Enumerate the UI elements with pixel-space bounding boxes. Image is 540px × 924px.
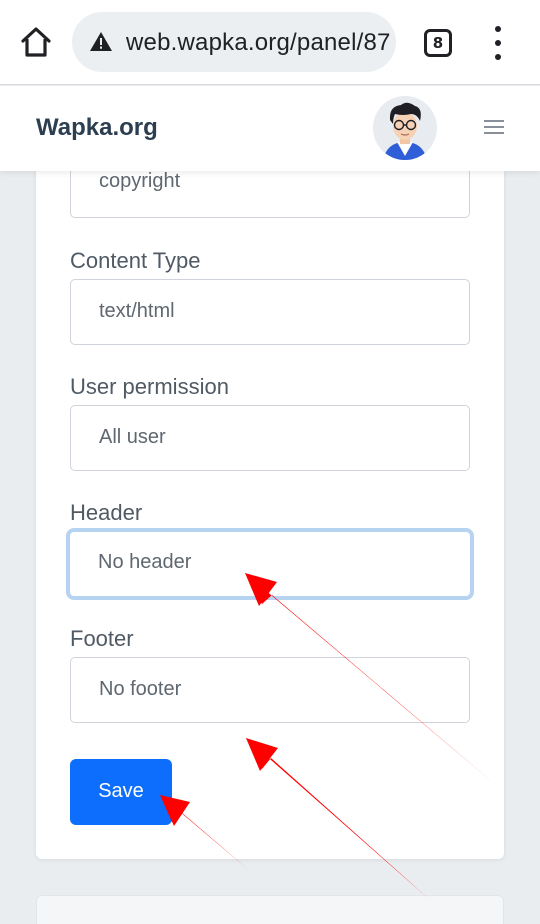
content-type-label: Content Type (70, 248, 201, 273)
home-icon[interactable] (18, 24, 54, 60)
save-button[interactable]: Save (70, 759, 172, 825)
content-type-select[interactable]: text/html (70, 279, 470, 345)
content-type-value: text/html (99, 300, 175, 322)
site-header: Wapka.org (0, 86, 540, 171)
header-label: Header (70, 500, 143, 525)
browser-toolbar: web.wapka.org/panel/87 8 (0, 0, 540, 85)
warning-icon[interactable] (89, 30, 113, 54)
footer-label: Footer (70, 626, 134, 651)
header-select[interactable]: No header (66, 528, 474, 600)
user-permission-label: User permission (70, 374, 229, 399)
hamburger-menu-icon[interactable] (484, 120, 506, 136)
user-permission-value: All user (99, 426, 166, 448)
brand-logo[interactable]: Wapka.org (36, 114, 158, 142)
copyright-field-value: copyright (99, 170, 181, 192)
url-text[interactable]: web.wapka.org/panel/87 (126, 29, 391, 57)
tab-switcher-button[interactable]: 8 (424, 29, 452, 57)
footer-value: No footer (99, 678, 182, 700)
header-value: No header (98, 551, 192, 573)
browser-menu-icon[interactable] (486, 26, 510, 60)
next-card (36, 895, 504, 924)
address-bar[interactable]: web.wapka.org/panel/87 (72, 12, 396, 72)
footer-select[interactable]: No footer (70, 657, 470, 723)
user-permission-select[interactable]: All user (70, 405, 470, 471)
avatar[interactable] (373, 96, 437, 160)
